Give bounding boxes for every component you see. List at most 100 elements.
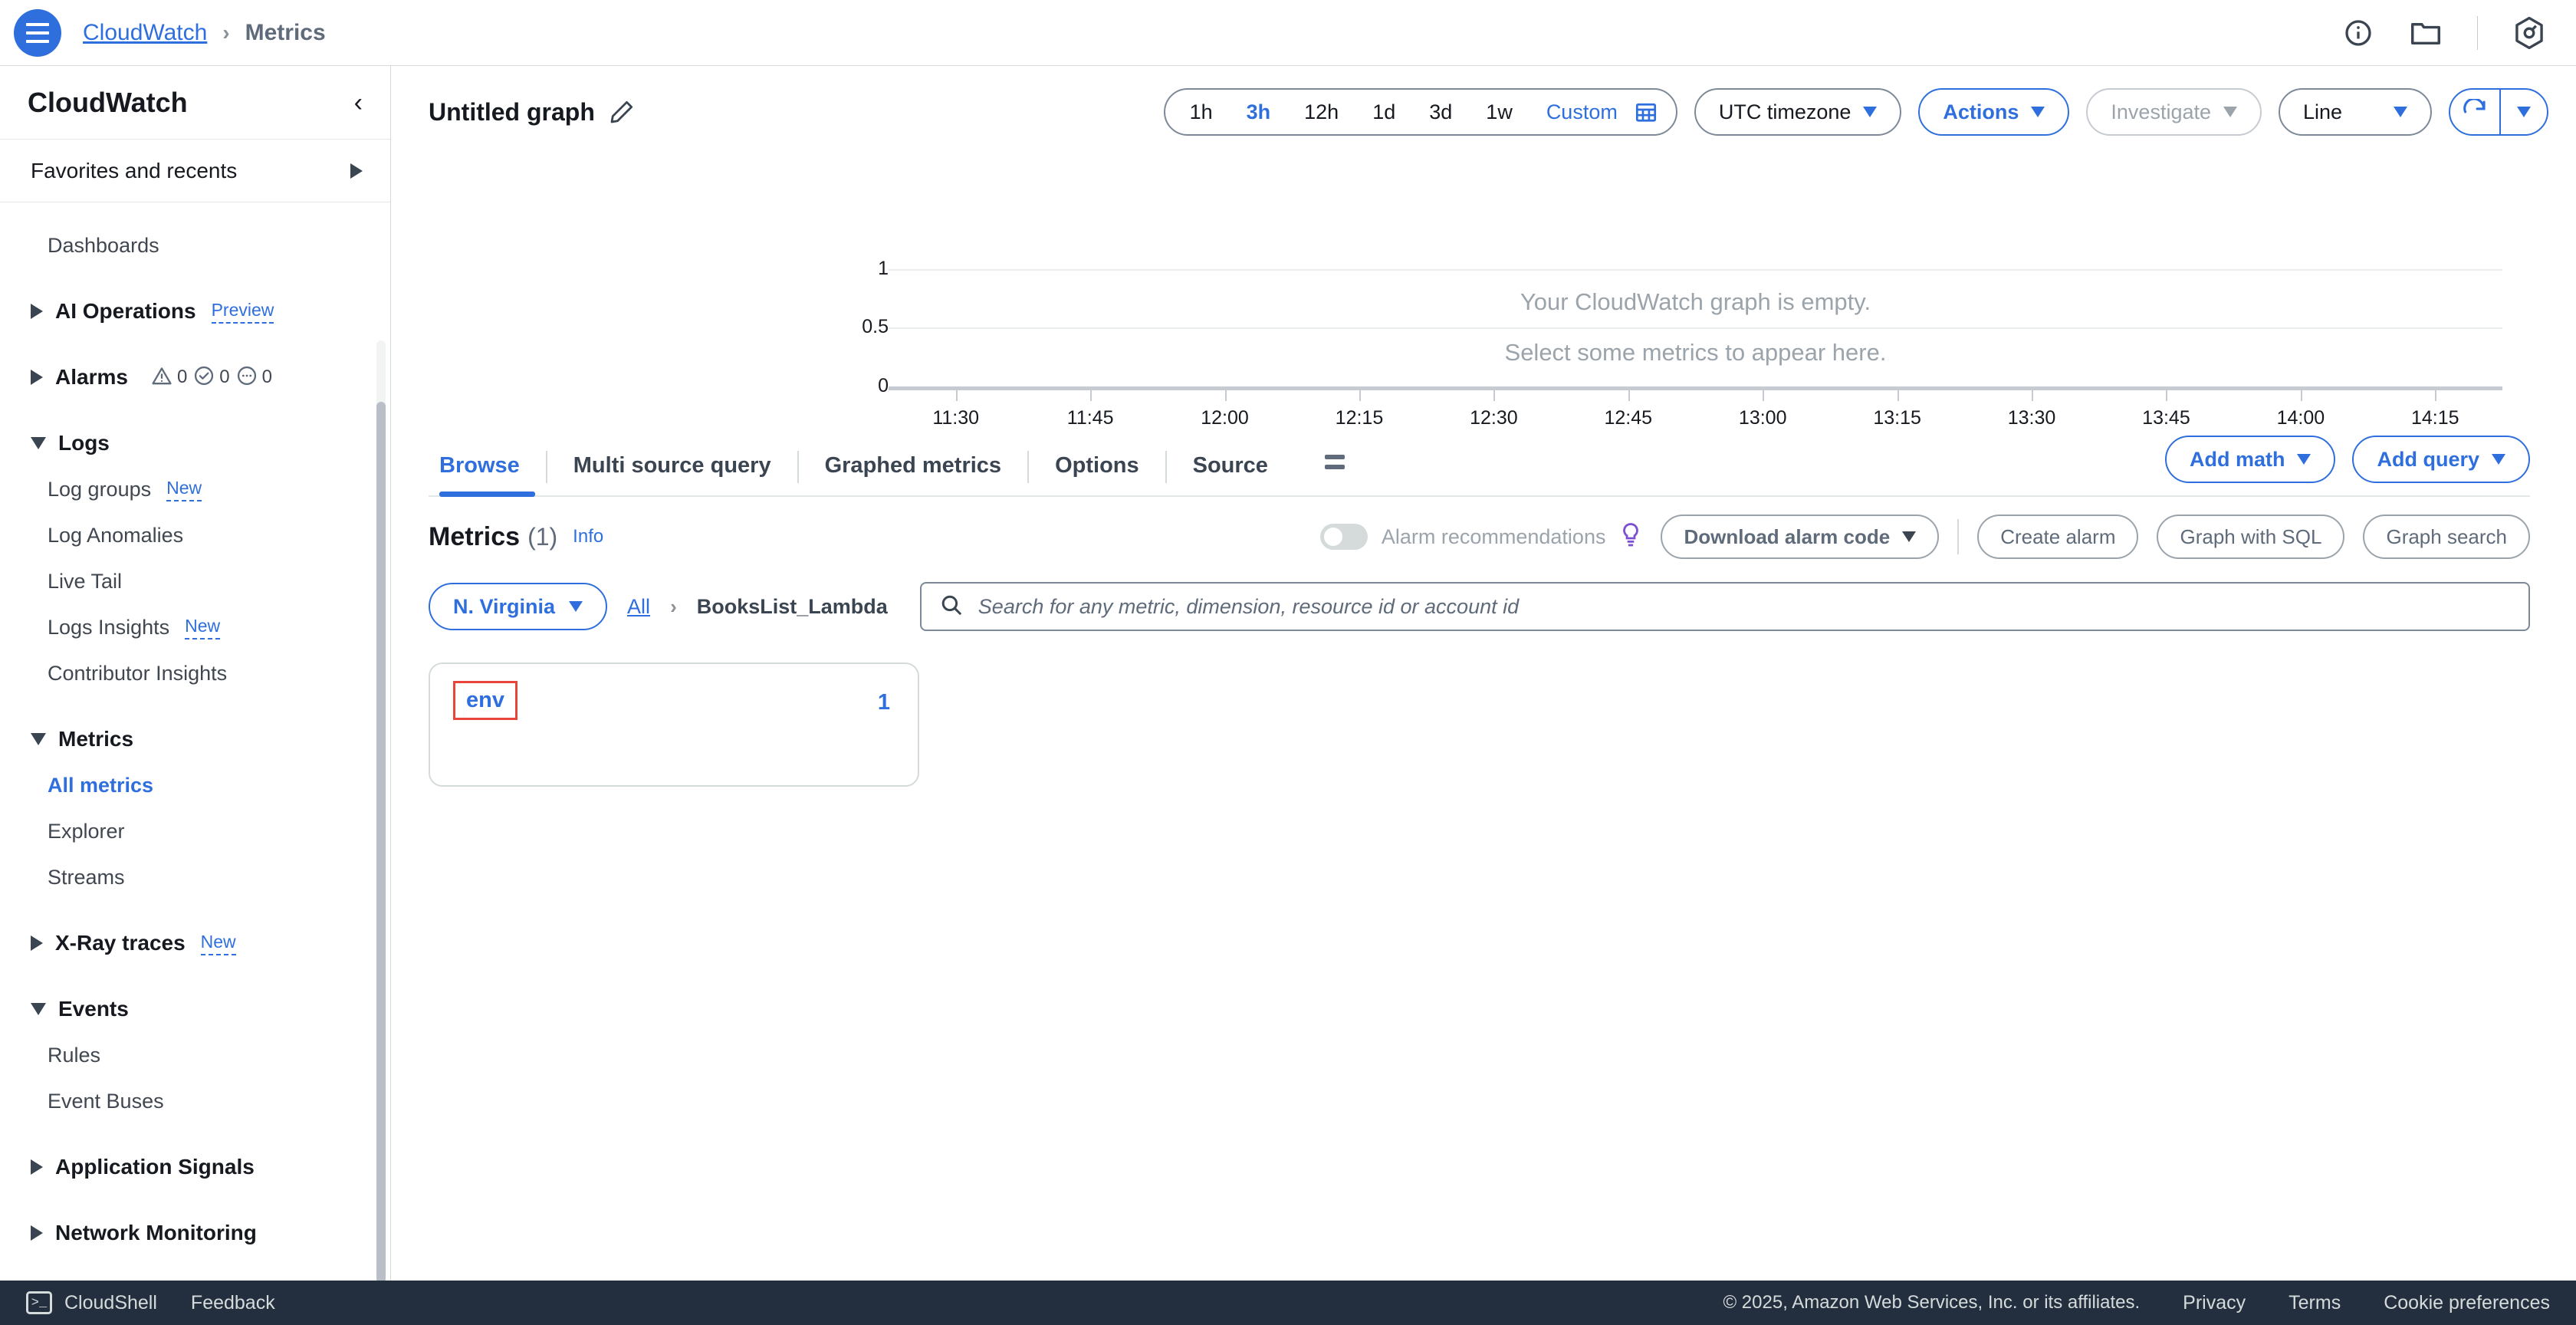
time-range-3h[interactable]: 3h: [1230, 90, 1288, 134]
main-content: Untitled graph 1h 3h 12h 1d 3d 1w Custom: [392, 66, 2576, 1281]
sidebar-item-label: AI Operations: [55, 299, 196, 323]
sidebar-collapse-icon[interactable]: ‹: [354, 90, 363, 116]
sidebar-item-explorer[interactable]: Explorer: [0, 808, 390, 854]
refresh-options-dropdown[interactable]: [2501, 90, 2547, 134]
sidebar-item-logs-insights[interactable]: Logs Insights New: [0, 604, 390, 650]
new-badge[interactable]: New: [166, 478, 202, 501]
sidebar-item-label: Log Anomalies: [48, 523, 184, 547]
sidebar-item-label: All metrics: [48, 773, 154, 797]
sidebar-item-dashboards[interactable]: Dashboards: [0, 222, 390, 268]
alarm-count-value: 0: [176, 367, 188, 387]
gridline: [889, 327, 2502, 329]
time-range-custom[interactable]: Custom: [1530, 90, 1625, 134]
chevron-down-icon: [31, 733, 46, 745]
region-selector[interactable]: N. Virginia: [429, 583, 608, 630]
sidebar-item-log-anomalies[interactable]: Log Anomalies: [0, 512, 390, 558]
aws-hexagon-icon[interactable]: [2513, 16, 2545, 49]
chart-type-dropdown[interactable]: Line: [2279, 88, 2432, 136]
create-alarm-button[interactable]: Create alarm: [1977, 515, 2139, 559]
sidebar-item-network-monitoring[interactable]: Network Monitoring: [0, 1210, 390, 1256]
hamburger-menu-icon[interactable]: [14, 8, 61, 57]
sidebar-item-events[interactable]: Events: [0, 986, 390, 1032]
terms-link[interactable]: Terms: [2288, 1292, 2341, 1314]
sidebar-header: CloudWatch ‹: [0, 66, 390, 140]
sidebar-item-label: Rules: [48, 1043, 101, 1067]
tab-options[interactable]: Options: [1029, 432, 1165, 495]
search-box[interactable]: [919, 582, 2530, 631]
cloudshell-button[interactable]: >_ CloudShell: [26, 1291, 157, 1314]
chevron-right-icon: [350, 163, 363, 179]
privacy-link[interactable]: Privacy: [2183, 1292, 2246, 1314]
sidebar-item-all-metrics[interactable]: All metrics: [0, 762, 390, 808]
sidebar-item-rules[interactable]: Rules: [0, 1032, 390, 1078]
sidebar-scrollbar-thumb[interactable]: [376, 402, 386, 1281]
dimension-name-link[interactable]: env: [453, 681, 518, 720]
time-range-1h[interactable]: 1h: [1173, 90, 1230, 134]
breadcrumb-all-link[interactable]: All: [627, 595, 650, 619]
graph-with-sql-button[interactable]: Graph with SQL: [2157, 515, 2345, 559]
new-badge[interactable]: New: [185, 616, 221, 639]
dimension-card-env[interactable]: env 1: [429, 662, 919, 787]
sidebar-item-streams[interactable]: Streams: [0, 854, 390, 900]
sidebar-item-ai-operations[interactable]: AI Operations Preview: [0, 288, 390, 334]
sidebar-item-logs[interactable]: Logs: [0, 420, 390, 466]
breadcrumb-cloudwatch-link[interactable]: CloudWatch: [83, 20, 207, 46]
sidebar-item-contributor-insights[interactable]: Contributor Insights: [0, 650, 390, 696]
chevron-right-icon: [31, 304, 43, 319]
tab-browse[interactable]: Browse: [429, 432, 546, 497]
tab-label: Browse: [439, 453, 520, 478]
divider: [2477, 15, 2478, 50]
sidebar-item-event-buses[interactable]: Event Buses: [0, 1078, 390, 1124]
actions-dropdown[interactable]: Actions: [1918, 88, 2070, 136]
dimension-count: 1: [877, 690, 890, 715]
chevron-down-icon: [31, 1003, 46, 1015]
download-alarm-code-dropdown[interactable]: Download alarm code: [1661, 515, 1940, 559]
sidebar-item-live-tail[interactable]: Live Tail: [0, 558, 390, 604]
x-tick-label: 13:30: [2007, 407, 2056, 429]
tab-label: Multi source query: [573, 453, 771, 478]
sidebar-item-log-groups[interactable]: Log groups New: [0, 466, 390, 512]
info-circle-icon[interactable]: [2342, 17, 2374, 49]
chevron-down-icon: [1902, 531, 1917, 542]
info-link[interactable]: Info: [573, 526, 603, 547]
tab-multi-source-query[interactable]: Multi source query: [547, 432, 797, 495]
sidebar-item-alarms[interactable]: Alarms 0 0 0: [0, 354, 390, 400]
drag-handle-icon[interactable]: [1324, 455, 1345, 469]
refresh-icon[interactable]: [2450, 90, 2499, 134]
feedback-link[interactable]: Feedback: [191, 1292, 275, 1314]
time-range-12h[interactable]: 12h: [1287, 90, 1355, 134]
preview-badge[interactable]: Preview: [211, 300, 274, 324]
sidebar-item-metrics[interactable]: Metrics: [0, 716, 390, 762]
time-range-3d[interactable]: 3d: [1412, 90, 1469, 134]
graph-search-button[interactable]: Graph search: [2363, 515, 2530, 559]
time-range-1w[interactable]: 1w: [1469, 90, 1530, 134]
alarm-recommendations-toggle[interactable]: [1319, 524, 1368, 550]
sidebar-title: CloudWatch: [28, 86, 188, 118]
time-range-1d[interactable]: 1d: [1355, 90, 1412, 134]
new-badge[interactable]: New: [200, 932, 236, 955]
tab-source[interactable]: Source: [1167, 432, 1294, 495]
timezone-dropdown[interactable]: UTC timezone: [1694, 88, 1902, 136]
add-math-dropdown[interactable]: Add math: [2164, 436, 2336, 483]
folder-icon[interactable]: [2410, 17, 2442, 49]
footer-left: >_ CloudShell Feedback: [26, 1291, 275, 1314]
sidebar-item-favorites-and-recents[interactable]: Favorites and recents: [0, 140, 390, 202]
cookie-preferences-link[interactable]: Cookie preferences: [2384, 1292, 2550, 1314]
sidebar-item-xray-traces[interactable]: X-Ray traces New: [0, 920, 390, 966]
search-input[interactable]: [978, 594, 2510, 619]
tab-graphed-metrics[interactable]: Graphed metrics: [799, 432, 1027, 495]
chevron-right-icon: ›: [222, 20, 230, 44]
y-tick-label: 0: [878, 375, 889, 396]
pencil-icon[interactable]: [609, 99, 635, 125]
actions-label: Actions: [1943, 100, 2019, 123]
add-query-dropdown[interactable]: Add query: [2352, 436, 2530, 483]
breadcrumb: CloudWatch › Metrics: [83, 20, 326, 46]
sidebar-item-application-signals[interactable]: Application Signals: [0, 1144, 390, 1190]
investigate-dropdown[interactable]: Investigate: [2086, 88, 2262, 136]
calendar-icon[interactable]: [1635, 100, 1658, 123]
